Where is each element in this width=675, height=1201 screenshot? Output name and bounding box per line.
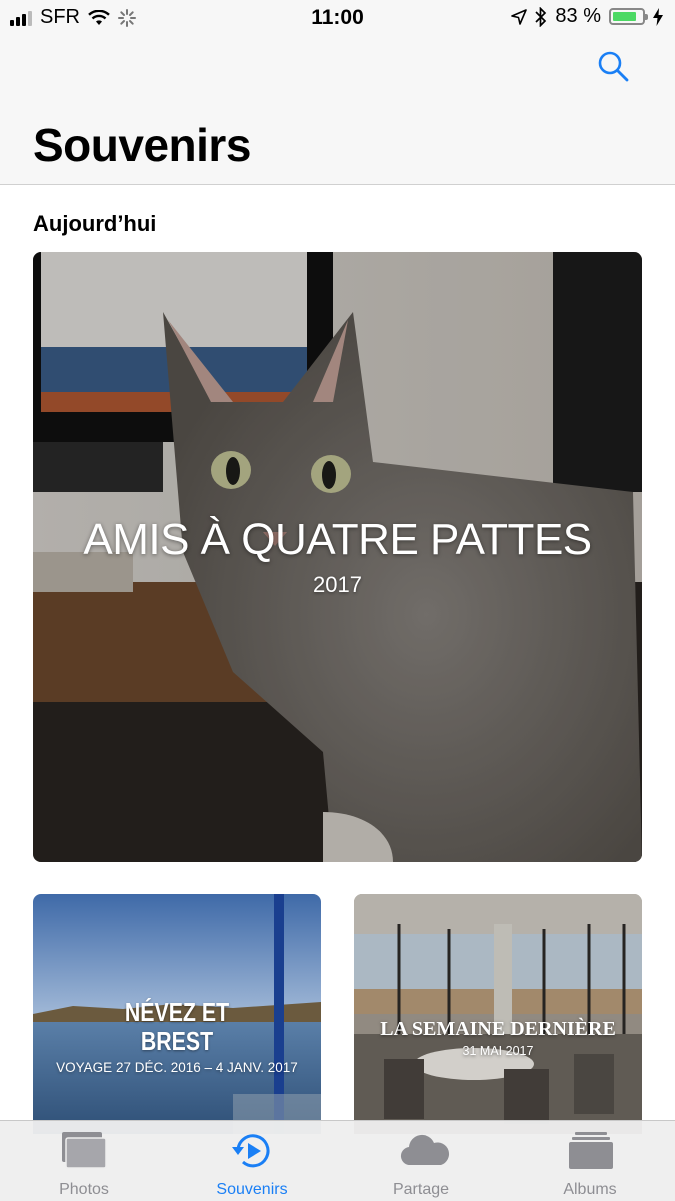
magnifying-glass-icon (598, 51, 629, 82)
status-bar: SFR 11:00 83 % (0, 0, 675, 36)
cloud-icon (400, 1134, 450, 1166)
page-title: Souvenirs (33, 119, 251, 171)
memory-card-subtitle: VOYAGE 27 DÉC. 2016 – 4 JANV. 2017 (56, 1060, 298, 1075)
tab-souvenirs[interactable]: Souvenirs (168, 1121, 336, 1201)
tab-label: Partage (392, 1181, 450, 1198)
featured-memory-year: 2017 (313, 572, 362, 597)
memory-card-title: NÉVEZ ET BREST (59, 998, 295, 1056)
memory-card-subtitle: 31 MAI 2017 (462, 1044, 534, 1058)
location-arrow-icon (511, 8, 528, 25)
navigation-header: Souvenirs (0, 36, 675, 185)
battery-percent: 83 % (555, 5, 601, 27)
tab-bar: Photos Souvenirs Partage Albums (0, 1120, 675, 1201)
status-right: 83 % (511, 5, 663, 28)
tab-photos[interactable]: Photos (0, 1121, 168, 1201)
tab-partage[interactable]: Partage (337, 1121, 505, 1201)
memories-play-icon (232, 1134, 270, 1168)
memory-card-title-line2: BREST (140, 1026, 214, 1056)
section-title-today: Aujourd’hui (33, 211, 157, 236)
albums-icon (569, 1132, 613, 1169)
memory-card[interactable]: LA SEMAINE DERNIÈRE 31 MAI 2017 (354, 894, 642, 1134)
featured-memory-card[interactable]: AMIS À QUATRE PATTES 2017 (33, 252, 642, 862)
charging-bolt-icon (653, 7, 663, 26)
bluetooth-icon (535, 6, 547, 27)
search-button[interactable] (597, 50, 633, 86)
tab-label: Photos (59, 1181, 109, 1198)
featured-memory-title: AMIS À QUATRE PATTES (83, 515, 592, 564)
battery-icon (609, 8, 648, 25)
memory-card[interactable]: NÉVEZ ET BREST VOYAGE 27 DÉC. 2016 – 4 J… (33, 894, 321, 1134)
photos-stack-icon (62, 1132, 107, 1169)
tab-albums[interactable]: Albums (506, 1121, 674, 1201)
memory-card-title: LA SEMAINE DERNIÈRE (380, 1018, 616, 1040)
memory-photo-restaurant (354, 894, 642, 1134)
memory-card-title-line1: NÉVEZ ET (124, 997, 230, 1027)
tab-label: Albums (563, 1181, 617, 1198)
tab-label: Souvenirs (216, 1181, 288, 1198)
